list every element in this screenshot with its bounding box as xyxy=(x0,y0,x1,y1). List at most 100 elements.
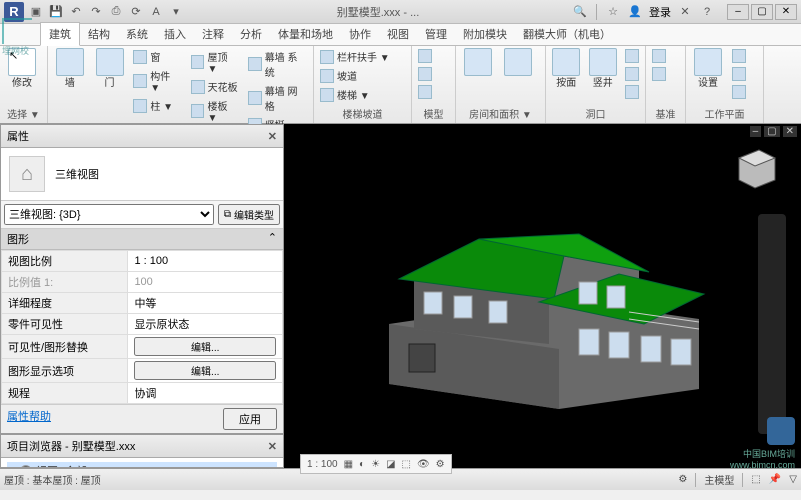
maximize-button[interactable]: ▢ xyxy=(751,4,773,20)
properties-help-link[interactable]: 属性帮助 xyxy=(7,408,51,430)
ribbon-tab[interactable]: 协作 xyxy=(341,23,379,45)
show-wp-button[interactable] xyxy=(730,48,748,64)
hide-isolate-icon[interactable]: 👁 xyxy=(417,459,430,470)
ceiling-button[interactable]: 天花板 xyxy=(189,78,242,95)
panel-title[interactable]: 房间和面积 ▼ xyxy=(460,104,541,121)
user-icon[interactable]: 👤 xyxy=(627,4,643,20)
apply-button[interactable]: 应用 xyxy=(223,408,277,430)
select-links-icon[interactable]: ⬚ xyxy=(751,474,760,485)
window-icon xyxy=(133,50,147,64)
window-button[interactable]: 窗 xyxy=(131,48,184,65)
close-button[interactable]: ✕ xyxy=(775,4,797,20)
ramp-button[interactable]: 坡道 xyxy=(318,67,392,84)
component-button[interactable]: 构件 ▼ xyxy=(131,67,184,95)
tree-node[interactable]: ⊟ 🔘 视图 (全部) xyxy=(7,462,277,468)
ribbon-tab[interactable]: 体量和场地 xyxy=(270,23,341,45)
prop-value[interactable]: 中等 xyxy=(128,293,283,314)
ribbon-tab[interactable]: 视图 xyxy=(379,23,417,45)
prop-value[interactable]: 协调 xyxy=(128,383,283,404)
login-label[interactable]: 登录 xyxy=(649,4,671,20)
text-a-icon[interactable]: A xyxy=(148,4,164,20)
building-model-render xyxy=(329,204,709,414)
view-selector-dropdown[interactable]: 三维视图: {3D} xyxy=(4,204,214,225)
worksets-icon[interactable]: ⚙ xyxy=(678,474,687,485)
level-button[interactable] xyxy=(650,48,668,64)
stair-button[interactable]: 楼梯 ▼ xyxy=(318,86,392,103)
floor-button[interactable]: 楼板 ▼ xyxy=(189,97,242,125)
vp-close-icon[interactable]: ✕ xyxy=(783,126,797,137)
project-tree[interactable]: ⊟ 🔘 视图 (全部) ⊞ 结构平面 ⊟ 楼层平面 F1 xyxy=(1,458,283,468)
opening-byface-button[interactable]: 按面 xyxy=(550,48,583,89)
visual-style-icon[interactable]: ◐ xyxy=(359,459,365,470)
star-icon[interactable]: ☆ xyxy=(605,4,621,20)
edit-type-button[interactable]: ⧉编辑类型 xyxy=(218,204,280,225)
grid-button[interactable] xyxy=(650,66,668,82)
curtain-grid-button[interactable]: 幕墙 网格 xyxy=(246,82,309,114)
reveal-icon[interactable]: ⚙ xyxy=(436,459,445,470)
viewcube[interactable] xyxy=(731,140,781,190)
model-line-button[interactable] xyxy=(416,66,434,82)
prop-value[interactable]: 1 : 100 xyxy=(128,251,283,272)
model-group-button[interactable] xyxy=(416,84,434,100)
panel-title[interactable]: 选择 ▼ xyxy=(4,104,43,121)
viewer-button[interactable] xyxy=(730,84,748,100)
opening-shaft-button[interactable]: 竖井 xyxy=(587,48,620,89)
undo-icon[interactable]: ↶ xyxy=(68,4,84,20)
ribbon-tab[interactable]: 插入 xyxy=(156,23,194,45)
model-text-button[interactable] xyxy=(416,48,434,64)
opening-dormer-button[interactable] xyxy=(623,84,641,100)
area-button[interactable] xyxy=(500,48,536,78)
edit-display-button[interactable]: 编辑... xyxy=(134,361,276,380)
detail-level-icon[interactable]: ▦ xyxy=(344,459,353,470)
sun-path-icon[interactable]: ☀ xyxy=(371,459,380,470)
ribbon-tab[interactable]: 管理 xyxy=(417,23,455,45)
crop-icon[interactable]: ⬚ xyxy=(402,459,411,470)
property-group-header[interactable]: 图形⌃ xyxy=(1,229,283,250)
ribbon-tab[interactable]: 系统 xyxy=(118,23,156,45)
shadows-icon[interactable]: ◪ xyxy=(386,459,395,470)
wall-button[interactable]: 墙 xyxy=(52,48,88,89)
qat-dropdown-icon[interactable]: ▾ xyxy=(168,4,184,20)
room-button[interactable] xyxy=(460,48,496,78)
workplane-set-button[interactable]: 设置 xyxy=(690,48,726,89)
window-title: 别墅模型.xxx - ... xyxy=(184,4,572,20)
railing-button[interactable]: 栏杆扶手 ▼ xyxy=(318,48,392,65)
prop-value[interactable]: 显示原状态 xyxy=(128,314,283,335)
select-pinned-icon[interactable]: 📌 xyxy=(769,474,781,485)
nav-bar[interactable] xyxy=(758,214,786,434)
sync-icon[interactable]: ⟳ xyxy=(128,4,144,20)
close-panel-icon[interactable]: ✕ xyxy=(268,440,277,453)
ref-plane-button[interactable] xyxy=(730,66,748,82)
ribbon-tab[interactable]: 附加模块 xyxy=(455,23,515,45)
collapse-icon: ⌃ xyxy=(268,231,277,247)
edit-graphics-button[interactable]: 编辑... xyxy=(134,337,276,356)
help-icon[interactable]: ? xyxy=(699,4,715,20)
search-icon[interactable]: 🔍 xyxy=(572,4,588,20)
redo-icon[interactable]: ↷ xyxy=(88,4,104,20)
vp-minimize-icon[interactable]: – xyxy=(750,126,762,137)
print-icon[interactable]: ⎙ xyxy=(108,4,124,20)
vp-maximize-icon[interactable]: ▢ xyxy=(764,126,779,137)
design-option-label[interactable]: 主模型 xyxy=(704,472,734,487)
ribbon-tab[interactable]: 翻模大师（机电） xyxy=(515,23,619,45)
door-button[interactable]: 门 xyxy=(92,48,128,89)
column-button[interactable]: 柱 ▼ xyxy=(131,97,184,114)
exchange-icon[interactable]: ✕ xyxy=(677,4,693,20)
area-icon xyxy=(504,48,532,76)
opening-vertical-button[interactable] xyxy=(623,66,641,82)
roof-button[interactable]: 屋顶 ▼ xyxy=(189,48,242,76)
ribbon-tab[interactable]: 分析 xyxy=(232,23,270,45)
opening-wall-button[interactable] xyxy=(623,48,641,64)
close-panel-icon[interactable]: ✕ xyxy=(268,130,277,143)
prop-row: 比例值 1:100 xyxy=(2,272,283,293)
panel-title: 楼梯坡道 xyxy=(318,104,407,121)
curtain-system-button[interactable]: 幕墙 系统 xyxy=(246,48,309,80)
type-selector[interactable]: ⌂ 三维视图 xyxy=(1,148,283,201)
model-group-icon xyxy=(418,85,432,99)
minimize-button[interactable]: – xyxy=(727,4,749,20)
filter-icon[interactable]: ▽ xyxy=(789,474,797,485)
viewport-3d[interactable]: – ▢ ✕ xyxy=(284,124,801,468)
scale-display[interactable]: 1 : 100 xyxy=(307,459,338,470)
ribbon-tab[interactable]: 结构 xyxy=(80,23,118,45)
ribbon-tab[interactable]: 注释 xyxy=(194,23,232,45)
